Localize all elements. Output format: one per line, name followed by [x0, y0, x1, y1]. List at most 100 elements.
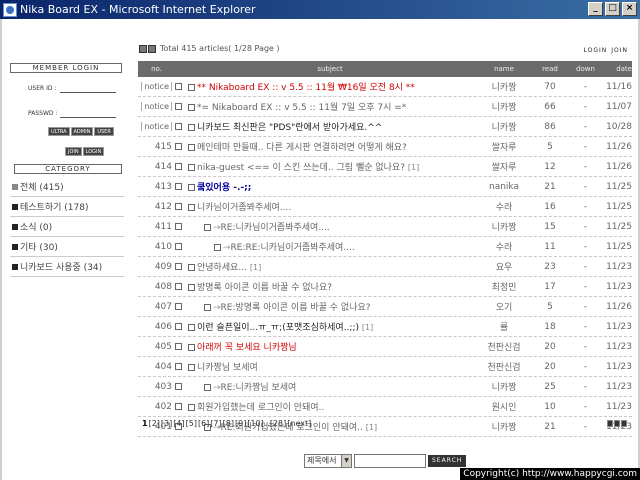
minimize-button[interactable]: _: [588, 2, 603, 16]
row-subject[interactable]: 니카보드 최신판은 "PDS"란에서 받아가세요.^^: [185, 120, 475, 133]
row-subject[interactable]: *= Nikaboard EX :: v 5.5 :: 11월 7일 오후 7시…: [185, 100, 475, 113]
table-row[interactable]: 409 안녕하세요... [1] 요우 23 - 11/23: [138, 257, 632, 277]
row-subject[interactable]: →RE:방명록 아이콘 이름 바꿀 수 없나요?: [185, 300, 475, 313]
row-subject[interactable]: ** Nikaboard EX :: v 5.5 :: 11월 ₩16일 오전 …: [185, 80, 475, 93]
checkbox[interactable]: [175, 322, 182, 330]
table-row[interactable]: 410 →RE:RE:니카님이거좀봐주세여.... 수라 11 - 11/25: [138, 237, 632, 257]
category-item[interactable]: 테스트하기 (178): [10, 197, 124, 217]
page-link[interactable]: [7]: [210, 419, 221, 428]
table-row[interactable]: 403 →RE:니카짱님 보세여 니카짱 25 - 11/23: [138, 377, 632, 397]
row-author[interactable]: 니카짱: [475, 100, 533, 113]
row-subject[interactable]: 안녕하세요... [1]: [185, 260, 475, 273]
checkbox[interactable]: [175, 402, 182, 410]
row-subject[interactable]: 메인테마 만들때.. 다른 게시판 연결하려면 어떻게 해요?: [185, 140, 475, 153]
row-subject[interactable]: →RE:RE:니카님이거좀봐주세여....: [185, 240, 475, 253]
table-row[interactable]: 412 니카님이거좀봐주세여.... 수라 16 - 11/25: [138, 197, 632, 217]
checkbox[interactable]: [175, 162, 182, 170]
ultra-button[interactable]: ULTRA: [48, 127, 70, 136]
row-author[interactable]: 쌀자루: [475, 140, 533, 153]
row-subject[interactable]: 아래꺼 꼭 보세요 니카짱님: [185, 340, 475, 353]
write-icon[interactable]: [621, 420, 627, 427]
table-row[interactable]: 402 회원가입했는데 로그인이 안돼여.. 원시인 10 - 11/23: [138, 397, 632, 417]
checkbox[interactable]: [175, 242, 182, 250]
checkbox[interactable]: [175, 382, 182, 390]
row-author[interactable]: 률: [475, 320, 533, 333]
row-author[interactable]: 니카짱: [475, 220, 533, 233]
row-subject[interactable]: 회원가입했는데 로그인이 안돼여..: [185, 400, 475, 413]
row-author[interactable]: 니카짱: [475, 420, 533, 433]
page-link[interactable]: [4]: [173, 419, 184, 428]
page-link[interactable]: [3]: [161, 419, 172, 428]
page-link[interactable]: [10]: [247, 419, 263, 428]
search-button[interactable]: SEARCH: [428, 455, 467, 467]
checkbox[interactable]: [175, 122, 182, 130]
row-subject[interactable]: nika-guest <== 이 스킨 쓰는데.. 그림 뺄순 없나요? [1]: [185, 160, 475, 173]
join-link[interactable]: JOIN: [611, 47, 628, 54]
checkbox[interactable]: [175, 362, 182, 370]
table-row[interactable]: 404 니카짱님 보세여 천판신검 20 - 11/23: [138, 357, 632, 377]
checkbox[interactable]: [175, 282, 182, 290]
row-author[interactable]: 수라: [475, 200, 533, 213]
category-item[interactable]: 소식 (0): [10, 217, 124, 237]
row-author[interactable]: nanika: [475, 182, 533, 192]
checkbox[interactable]: [175, 142, 182, 150]
table-row[interactable]: notice *= Nikaboard EX :: v 5.5 :: 11월 7일…: [138, 97, 632, 117]
page-link[interactable]: [5]: [186, 419, 197, 428]
passwd-input[interactable]: [60, 108, 116, 118]
user-button[interactable]: USER: [94, 127, 114, 136]
row-author[interactable]: 원시인: [475, 400, 533, 413]
search-field-select[interactable]: 제목에서 ▼: [304, 454, 352, 468]
write-icon[interactable]: [139, 44, 147, 53]
row-author[interactable]: 천판신검: [475, 340, 533, 353]
row-subject[interactable]: 니카님이거좀봐주세여....: [185, 200, 475, 213]
row-subject[interactable]: 방명록 아이콘 이름 바꿀 수 없나요?: [185, 280, 475, 293]
row-author[interactable]: 최정민: [475, 280, 533, 293]
checkbox[interactable]: [175, 302, 182, 310]
row-author[interactable]: 니카짱: [475, 80, 533, 93]
category-item[interactable]: 니카보드 사용중 (34): [10, 257, 124, 277]
userid-input[interactable]: [60, 83, 116, 93]
join-button[interactable]: JOIN: [65, 147, 82, 156]
page-link[interactable]: [2]: [149, 419, 160, 428]
row-subject[interactable]: 쿸있어용 -.-;;: [185, 180, 475, 193]
row-subject[interactable]: 이런 슬픈일이...ㅠ_ㅠ;(포맷조심하세여..;;) [1]: [185, 320, 475, 333]
search-input[interactable]: [354, 454, 426, 468]
table-row[interactable]: 415 메인테마 만들때.. 다른 게시판 연결하려면 어떻게 해요? 쌀자루 5 - 1…: [138, 137, 632, 157]
page-link[interactable]: ..[28]: [265, 419, 287, 428]
close-button[interactable]: ×: [622, 2, 637, 16]
row-author[interactable]: 천판신검: [475, 360, 533, 373]
list-icon[interactable]: [148, 44, 156, 53]
table-row[interactable]: notice 니카보드 최신판은 "PDS"란에서 받아가세요.^^ 니카짱 86 - 1…: [138, 117, 632, 137]
row-author[interactable]: 니카짱: [475, 120, 533, 133]
next-icon[interactable]: [614, 420, 620, 427]
prev-icon[interactable]: [607, 420, 613, 427]
row-subject[interactable]: →RE:니카짱님 보세여: [185, 380, 475, 393]
table-row[interactable]: 406 이런 슬픈일이...ㅠ_ㅠ;(포맷조심하세여..;;) [1] 률 18 - 11…: [138, 317, 632, 337]
table-row[interactable]: 405 아래꺼 꼭 보세요 니카짱님 천판신검 20 - 11/23: [138, 337, 632, 357]
row-author[interactable]: 니카짱: [475, 380, 533, 393]
checkbox[interactable]: [175, 102, 182, 110]
row-subject[interactable]: 니카짱님 보세여: [185, 360, 475, 373]
page-link[interactable]: [8]: [223, 419, 234, 428]
row-author[interactable]: 수라: [475, 240, 533, 253]
page-link[interactable]: [9]: [235, 419, 246, 428]
checkbox[interactable]: [175, 342, 182, 350]
row-author[interactable]: 쌀자루: [475, 160, 533, 173]
login-button[interactable]: LOGIN: [82, 147, 105, 156]
row-subject[interactable]: →RE:니카님이거좀봐주세여....: [185, 220, 475, 233]
page-current[interactable]: 1: [142, 419, 148, 428]
row-author[interactable]: 요우: [475, 260, 533, 273]
checkbox[interactable]: [175, 82, 182, 90]
table-row[interactable]: 411 →RE:니카님이거좀봐주세여.... 니카짱 15 - 11/25: [138, 217, 632, 237]
table-row[interactable]: 407 →RE:방명록 아이콘 이름 바꿀 수 없나요? 오기 5 - 11/26: [138, 297, 632, 317]
checkbox[interactable]: [175, 262, 182, 270]
admin-button[interactable]: ADMIN: [70, 127, 94, 136]
page-link[interactable]: [6]: [198, 419, 209, 428]
checkbox[interactable]: [175, 182, 182, 190]
checkbox[interactable]: [175, 202, 182, 210]
page-link[interactable]: [next]: [287, 419, 311, 428]
row-author[interactable]: 오기: [475, 300, 533, 313]
category-item[interactable]: 전체 (415): [10, 177, 124, 197]
login-link[interactable]: LOGIN: [583, 47, 607, 54]
table-row[interactable]: 413 쿸있어용 -.-;; nanika 21 - 11/25: [138, 177, 632, 197]
